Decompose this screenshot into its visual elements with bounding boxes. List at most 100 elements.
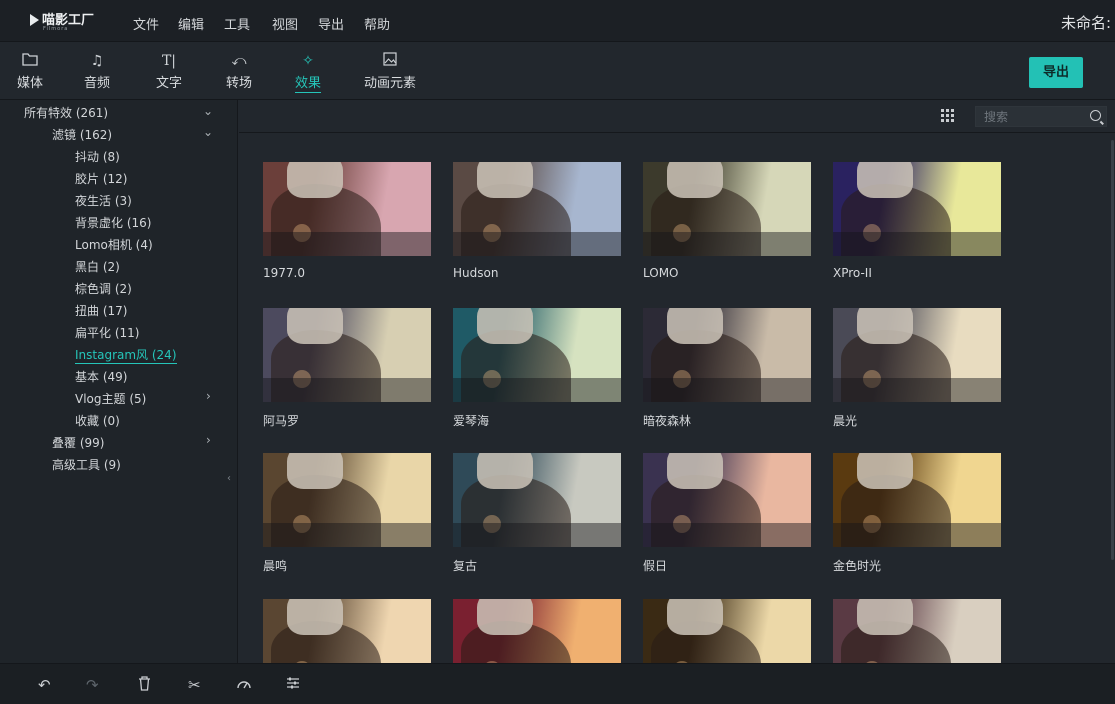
category-nightlife[interactable]: 夜生活 (3) xyxy=(75,192,132,209)
effects-browser: 1977.0 Hudson LOMO XPro-II 阿马罗 爱琴海 暗夜森林 晨光晨鸣 复古 假… xyxy=(239,100,1115,663)
category-overlays[interactable]: 叠覆 (99) xyxy=(52,434,104,451)
music-note-icon: ♫ xyxy=(90,53,104,69)
effect-thumbnail xyxy=(833,162,1001,256)
chevron-down-icon[interactable]: ⌄ xyxy=(203,125,213,139)
effect-card[interactable]: 阿马罗 xyxy=(263,308,431,438)
browser-header xyxy=(239,100,1115,133)
vertical-scrollbar[interactable] xyxy=(1111,140,1114,560)
chevron-right-icon[interactable]: › xyxy=(206,389,211,403)
category-sepia[interactable]: 棕色调 (2) xyxy=(75,280,132,297)
menu-bar: 喵影工厂 Filmora 文件 编辑 工具 视图 导出 帮助 未命名: xyxy=(0,0,1115,42)
effect-label: XPro-II xyxy=(833,266,872,280)
undo-icon[interactable]: ↶ xyxy=(38,676,51,694)
effect-thumbnail xyxy=(453,308,621,402)
menu-file[interactable]: 文件 xyxy=(133,14,159,33)
tab-media-label: 媒体 xyxy=(17,76,44,91)
logo-subtext: Filmora xyxy=(43,26,69,32)
effect-thumbnail xyxy=(643,162,811,256)
effect-card[interactable]: 晨光 xyxy=(833,308,1001,438)
category-all-effects[interactable]: 所有特效 (261) xyxy=(24,104,108,121)
effect-label: 假日 xyxy=(643,559,668,573)
effect-card[interactable] xyxy=(453,599,621,663)
cut-icon[interactable]: ✂ xyxy=(188,676,201,694)
effect-thumbnail xyxy=(833,453,1001,547)
tab-effects-label: 效果 xyxy=(295,72,322,93)
transition-icon: ⤺ xyxy=(231,53,247,69)
search-box xyxy=(975,106,1107,127)
document-title: 未命名: xyxy=(1060,14,1111,32)
category-lomo[interactable]: Lomo相机 (4) xyxy=(75,236,153,253)
grid-view-icon[interactable] xyxy=(941,109,955,123)
menu-edit[interactable]: 编辑 xyxy=(178,14,204,33)
effect-thumbnail xyxy=(643,599,811,663)
effect-card[interactable]: 金色时光 xyxy=(833,453,1001,583)
effect-card[interactable]: XPro-II xyxy=(833,162,1001,292)
effect-card[interactable]: 1977.0 xyxy=(263,162,431,292)
tab-elements[interactable]: 动画元素 xyxy=(364,52,416,91)
menu-export[interactable]: 导出 xyxy=(318,14,344,33)
collapse-sidebar-icon[interactable]: ‹ xyxy=(227,473,231,484)
effect-label: 暗夜森林 xyxy=(643,414,692,428)
category-vlog[interactable]: Vlog主题 (5) xyxy=(75,390,146,407)
category-bokeh[interactable]: 背景虚化 (16) xyxy=(75,214,151,231)
timeline-toolbar: ↶ ↷ ✂ xyxy=(0,663,1115,704)
export-button[interactable]: 导出 xyxy=(1029,57,1083,88)
effect-card[interactable]: 假日 xyxy=(643,453,811,583)
effect-card[interactable] xyxy=(833,599,1001,663)
effect-thumbnail xyxy=(263,162,431,256)
speed-icon[interactable] xyxy=(236,676,252,694)
effect-thumbnail xyxy=(643,453,811,547)
adjust-icon[interactable] xyxy=(286,676,300,694)
effect-label: 阿马罗 xyxy=(263,414,300,428)
effect-label: Hudson xyxy=(453,266,499,280)
menu-help[interactable]: 帮助 xyxy=(364,14,390,33)
tab-audio[interactable]: ♫ 音频 xyxy=(84,52,110,91)
effect-thumbnail xyxy=(833,308,1001,402)
effect-card[interactable]: 爱琴海 xyxy=(453,308,621,438)
tab-text[interactable]: T| 文字 xyxy=(156,52,182,91)
category-flat[interactable]: 扁平化 (11) xyxy=(75,324,139,341)
effect-thumbnail xyxy=(263,599,431,663)
effect-thumbnail xyxy=(453,162,621,256)
category-favorites[interactable]: 收藏 (0) xyxy=(75,412,120,429)
effect-card[interactable]: 晨鸣 xyxy=(263,453,431,583)
tab-media[interactable]: 媒体 xyxy=(17,52,43,91)
tab-transitions[interactable]: ⤺ 转场 xyxy=(226,52,252,91)
category-distortion[interactable]: 扭曲 (17) xyxy=(75,302,127,319)
effect-card[interactable] xyxy=(263,599,431,663)
search-icon[interactable] xyxy=(1090,110,1101,121)
category-basic[interactable]: 基本 (49) xyxy=(75,368,127,385)
effect-thumbnail xyxy=(263,308,431,402)
effect-label: 晨光 xyxy=(833,414,858,428)
menu-tools[interactable]: 工具 xyxy=(224,14,250,33)
category-advanced-tools[interactable]: 高级工具 (9) xyxy=(52,456,121,473)
chevron-down-icon[interactable]: ⌄ xyxy=(203,104,213,118)
delete-icon[interactable] xyxy=(138,676,151,695)
tab-effects[interactable]: ✧ 效果 xyxy=(295,52,322,93)
effect-label: 爱琴海 xyxy=(453,414,490,428)
text-icon: T| xyxy=(161,53,177,69)
category-film[interactable]: 胶片 (12) xyxy=(75,170,127,187)
effect-thumbnail xyxy=(453,599,621,663)
tab-text-label: 文字 xyxy=(156,76,183,91)
tab-elements-label: 动画元素 xyxy=(364,76,417,91)
image-element-icon xyxy=(364,52,416,70)
effect-card[interactable] xyxy=(643,599,811,663)
effect-card[interactable]: Hudson xyxy=(453,162,621,292)
category-shake[interactable]: 抖动 (8) xyxy=(75,148,120,165)
effect-card[interactable]: 复古 xyxy=(453,453,621,583)
category-bw[interactable]: 黑白 (2) xyxy=(75,258,120,275)
redo-icon[interactable]: ↷ xyxy=(86,676,99,694)
menu-view[interactable]: 视图 xyxy=(272,14,298,33)
category-instagram[interactable]: Instagram风 (24) xyxy=(75,346,177,364)
effect-label: 复古 xyxy=(453,559,478,573)
main-toolbar: 媒体 ♫ 音频 T| 文字 ⤺ 转场 ✧ 效果 动画元素 导出 xyxy=(0,42,1115,100)
category-filters[interactable]: 滤镜 (162) xyxy=(52,126,112,143)
search-input[interactable] xyxy=(984,109,1084,124)
chevron-right-icon[interactable]: › xyxy=(206,433,211,447)
effect-card[interactable]: LOMO xyxy=(643,162,811,292)
effect-thumbnail xyxy=(833,599,1001,663)
effect-card[interactable]: 暗夜森林 xyxy=(643,308,811,438)
folder-icon xyxy=(17,52,43,70)
effect-grid: 1977.0 Hudson LOMO XPro-II 阿马罗 爱琴海 暗夜森林 晨光晨鸣 复古 假… xyxy=(239,133,1109,663)
